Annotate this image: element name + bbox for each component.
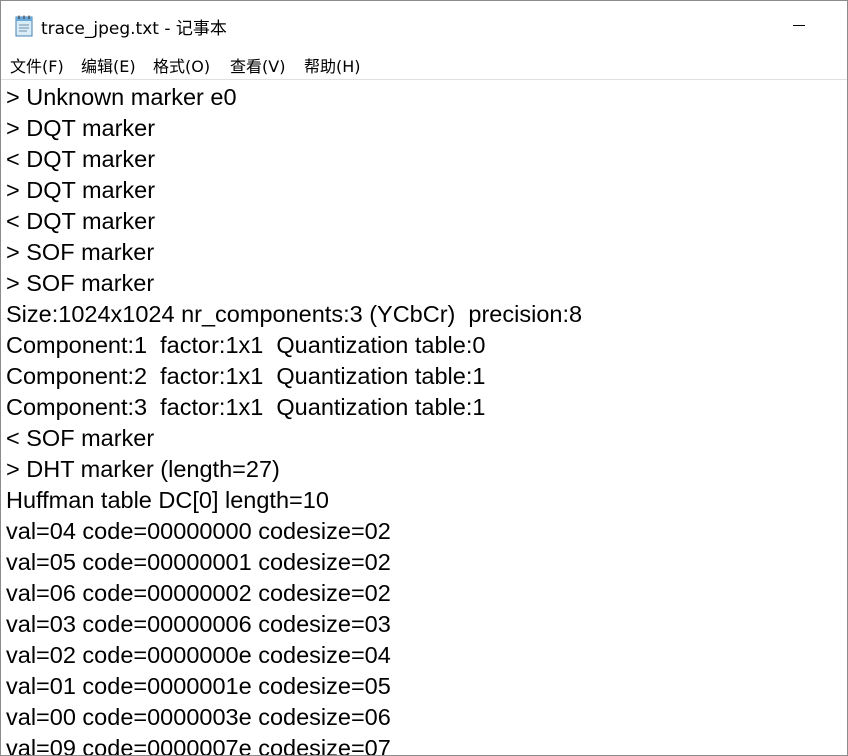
text-line: Component:2 factor:1x1 Quantization tabl… [6,363,486,389]
text-line: val=01 code=0000001e codesize=05 [6,673,391,699]
menu-view[interactable]: 查看(V) [230,53,285,77]
text-line: > DQT marker [6,177,156,203]
text-line: > DHT marker (length=27) [6,456,280,482]
minimize-icon [793,25,805,26]
text-line: Component:1 factor:1x1 Quantization tabl… [6,332,486,358]
text-line: val=02 code=0000000e codesize=04 [6,642,391,668]
text-line: > SOF marker [6,270,155,296]
menu-help[interactable]: 帮助(H) [304,53,361,77]
text-line: val=03 code=00000006 codesize=03 [6,611,391,637]
document-text: > Unknown marker e0 > DQT marker < DQT m… [6,82,583,756]
text-editor-area[interactable]: > Unknown marker e0 > DQT marker < DQT m… [1,79,847,756]
text-line: < DQT marker [6,146,156,172]
menu-format[interactable]: 格式(O) [153,53,210,77]
menu-edit[interactable]: 编辑(E) [81,53,136,77]
text-line: Huffman table DC[0] length=10 [6,487,329,513]
text-line: val=05 code=00000001 codesize=02 [6,549,391,575]
text-line: < SOF marker [6,425,155,451]
menu-file[interactable]: 文件(F) [10,53,64,77]
notepad-file-icon [15,15,33,37]
text-line: < DQT marker [6,208,156,234]
window-title: trace_jpeg.txt - 记事本 [41,19,227,39]
text-line: > Unknown marker e0 [6,84,237,110]
text-line: > DQT marker [6,115,156,141]
text-line: val=00 code=0000003e codesize=06 [6,704,391,730]
text-line: val=09 code=0000007e codesize=07 [6,735,391,756]
title-bar[interactable]: trace_jpeg.txt - 记事本 [1,1,847,45]
notepad-window: trace_jpeg.txt - 记事本 文件(F) 编辑(E) 格式(O) 查… [0,0,848,756]
menu-bar: 文件(F) 编辑(E) 格式(O) 查看(V) 帮助(H) [1,45,847,79]
text-line: Size:1024x1024 nr_components:3 (YCbCr) p… [6,301,583,327]
text-line: val=06 code=00000002 codesize=02 [6,580,391,606]
text-line: > SOF marker [6,239,155,265]
text-line: val=04 code=00000000 codesize=02 [6,518,391,544]
minimize-button[interactable] [755,1,847,45]
text-line: Component:3 factor:1x1 Quantization tabl… [6,394,486,420]
